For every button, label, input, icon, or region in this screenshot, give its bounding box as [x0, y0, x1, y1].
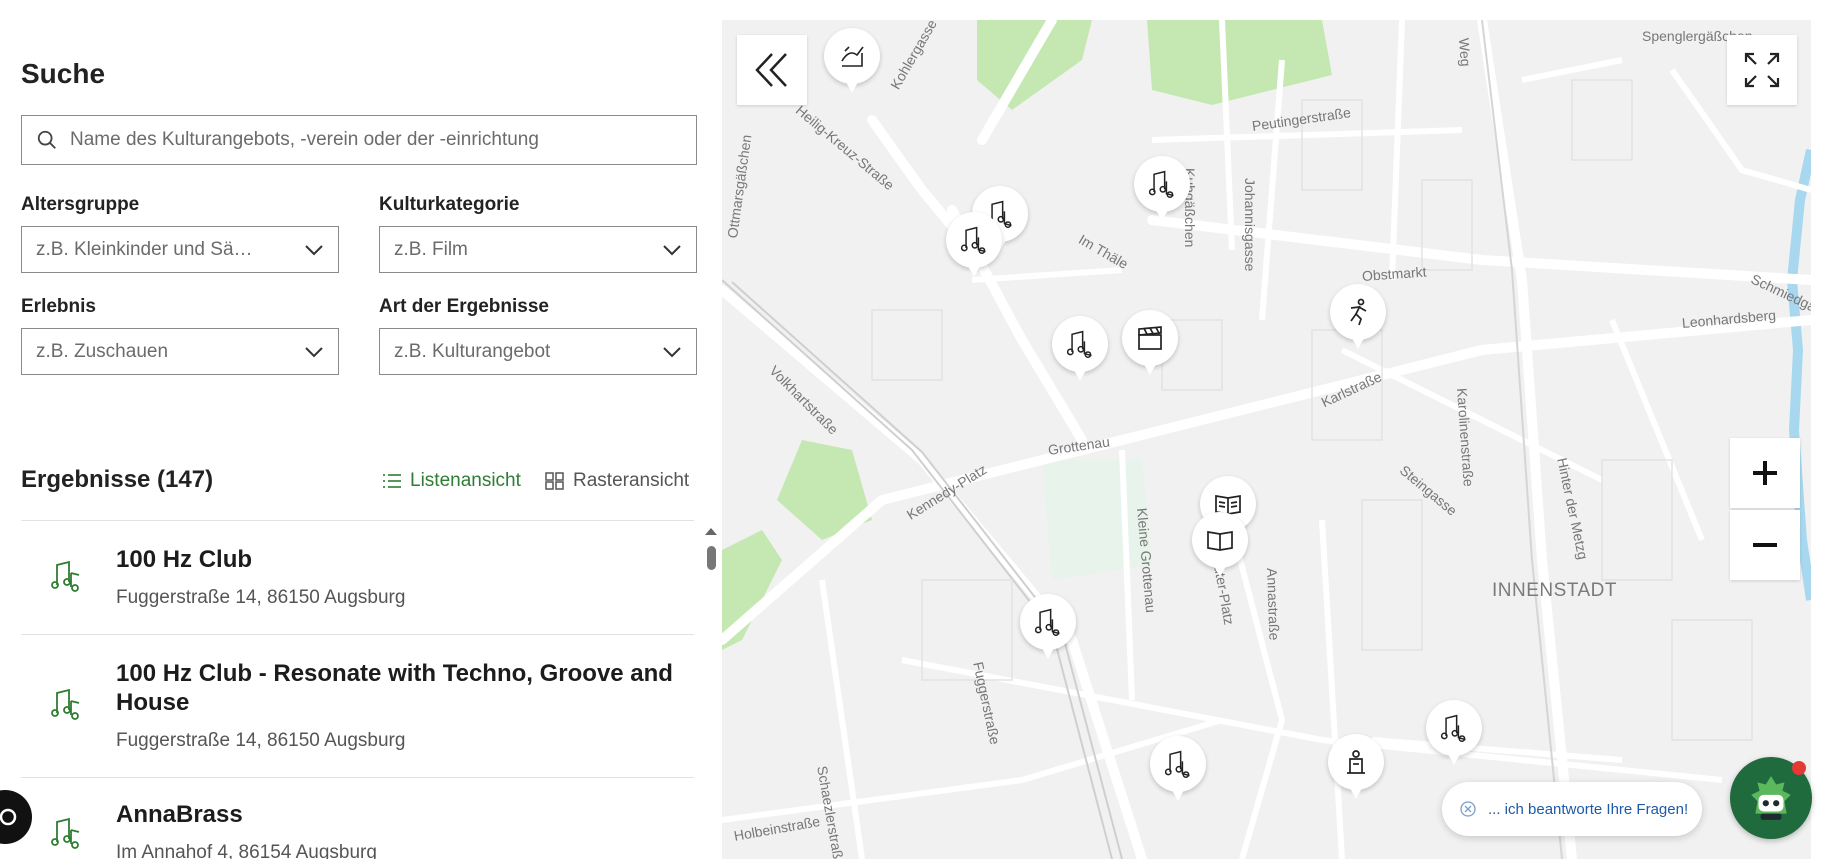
film-clapper-icon: [1138, 326, 1162, 350]
result-name: AnnaBrass: [116, 801, 243, 828]
select-value: z.B. Kulturangebot: [394, 340, 551, 362]
result-name: 100 Hz Club - Resonate with Techno, Groo…: [116, 660, 673, 716]
chevron-down-icon: [663, 346, 681, 357]
results-list: 100 Hz Club Fuggerstraße 14, 86150 Augsb…: [21, 520, 694, 859]
close-icon[interactable]: [1460, 801, 1476, 817]
chevron-down-icon: [305, 244, 323, 255]
result-address: Fuggerstraße 14, 86150 Augsburg: [116, 587, 406, 608]
scroll-up-arrow[interactable]: [705, 528, 717, 535]
select-value: z.B. Film: [394, 238, 468, 260]
filter-label-erlebnis: Erlebnis: [21, 296, 96, 317]
select-altersgruppe[interactable]: z.B. Kleinkinder und Sä…: [21, 226, 339, 273]
list-item[interactable]: 100 Hz Club Fuggerstraße 14, 86150 Augsb…: [21, 520, 694, 634]
result-name: 100 Hz Club: [116, 546, 253, 573]
music-note-icon: [1148, 170, 1174, 198]
select-value: z.B. Zuschauen: [36, 340, 169, 362]
list-view-label: Listenansicht: [410, 470, 521, 491]
music-note-icon: [1164, 750, 1190, 778]
map-marker[interactable]: [1192, 512, 1248, 577]
result-address: Fuggerstraße 14, 86150 Augsburg: [116, 730, 406, 751]
map-marker[interactable]: [1122, 310, 1178, 375]
notification-dot: [1792, 761, 1806, 775]
search-input[interactable]: [70, 129, 670, 151]
dance-icon: [1350, 298, 1367, 326]
chevron-down-icon: [663, 244, 681, 255]
search-icon: [37, 130, 56, 149]
select-erlebnis[interactable]: z.B. Zuschauen: [21, 328, 339, 375]
street-label: Annastraße: [1264, 567, 1283, 641]
map-marker[interactable]: [946, 212, 1002, 277]
list-icon: [383, 474, 401, 488]
search-panel: Suche Altersgruppe z.B. Kleinkinder und …: [0, 0, 722, 859]
filter-label-art-der-ergebnisse: Art der Ergebnisse: [379, 296, 549, 317]
map-marker[interactable]: [1426, 700, 1482, 765]
collapse-panel-button[interactable]: [737, 35, 807, 105]
music-note-icon: [960, 226, 986, 254]
grid-view-toggle[interactable]: Rasteransicht: [545, 470, 689, 492]
street-label: Weg: [1456, 37, 1474, 68]
grid-icon: [545, 472, 564, 490]
accessibility-icon: [0, 808, 17, 826]
list-item[interactable]: AnnaBrass Im Annahof 4, 86154 Augsburg: [21, 777, 694, 859]
chat-bubble-text: ... ich beantworte Ihre Fragen!: [1488, 800, 1689, 818]
accessibility-button[interactable]: [0, 790, 32, 844]
map-marker[interactable]: [1052, 316, 1108, 381]
map-marker[interactable]: [1330, 284, 1386, 349]
map-marker[interactable]: [1150, 736, 1206, 801]
map-canvas: [722, 20, 1811, 859]
music-note-icon: [1440, 714, 1466, 742]
plus-icon: [1753, 461, 1777, 485]
fullscreen-icon: [1744, 52, 1780, 88]
zoom-out-button[interactable]: [1730, 510, 1800, 580]
select-value: z.B. Kleinkinder und Sä…: [36, 238, 253, 260]
music-note-icon: [51, 817, 80, 849]
chatbot-button[interactable]: [1730, 757, 1812, 839]
select-kulturkategorie[interactable]: z.B. Film: [379, 226, 697, 273]
book-icon: [1207, 530, 1233, 551]
filter-label-altersgruppe: Altersgruppe: [21, 194, 140, 215]
map-marker[interactable]: [1020, 594, 1076, 659]
page-title: Suche: [21, 58, 106, 89]
chat-bubble[interactable]: ... ich beantworte Ihre Fragen!: [1442, 782, 1702, 836]
search-field[interactable]: [21, 115, 697, 165]
music-note-icon: [1066, 330, 1092, 358]
painting-icon: [841, 46, 864, 67]
grid-view-label: Rasteransicht: [573, 470, 690, 491]
music-note-icon: [51, 560, 80, 592]
results-title: Ergebnisse (147): [21, 466, 214, 493]
scrollbar-thumb[interactable]: [707, 546, 716, 570]
street-label: Johannisgasse: [1242, 178, 1258, 272]
chevron-down-icon: [305, 346, 323, 357]
select-art-der-ergebnisse[interactable]: z.B. Kulturangebot: [379, 328, 697, 375]
zoom-in-button[interactable]: [1730, 438, 1800, 508]
list-item[interactable]: 100 Hz Club - Resonate with Techno, Groo…: [21, 634, 694, 777]
theater-icon: [1347, 750, 1365, 774]
music-note-icon: [1034, 608, 1060, 636]
double-chevron-left-icon: [755, 53, 787, 87]
filter-label-kulturkategorie: Kulturkategorie: [379, 194, 520, 215]
map-marker[interactable]: [824, 28, 880, 93]
chatbot-avatar-icon: [1751, 776, 1791, 820]
fullscreen-button[interactable]: [1727, 35, 1797, 105]
map[interactable]: Spenglergäßchen Kohlergasse Peutingerstr…: [722, 20, 1811, 859]
list-view-toggle[interactable]: Listenansicht: [382, 470, 521, 492]
result-address: Im Annahof 4, 86154 Augsburg: [116, 842, 377, 859]
minus-icon: [1753, 543, 1777, 547]
music-note-icon: [51, 688, 80, 720]
map-marker[interactable]: [1134, 156, 1190, 221]
district-label: INNENSTADT: [1492, 580, 1617, 601]
map-marker[interactable]: [1328, 734, 1384, 799]
